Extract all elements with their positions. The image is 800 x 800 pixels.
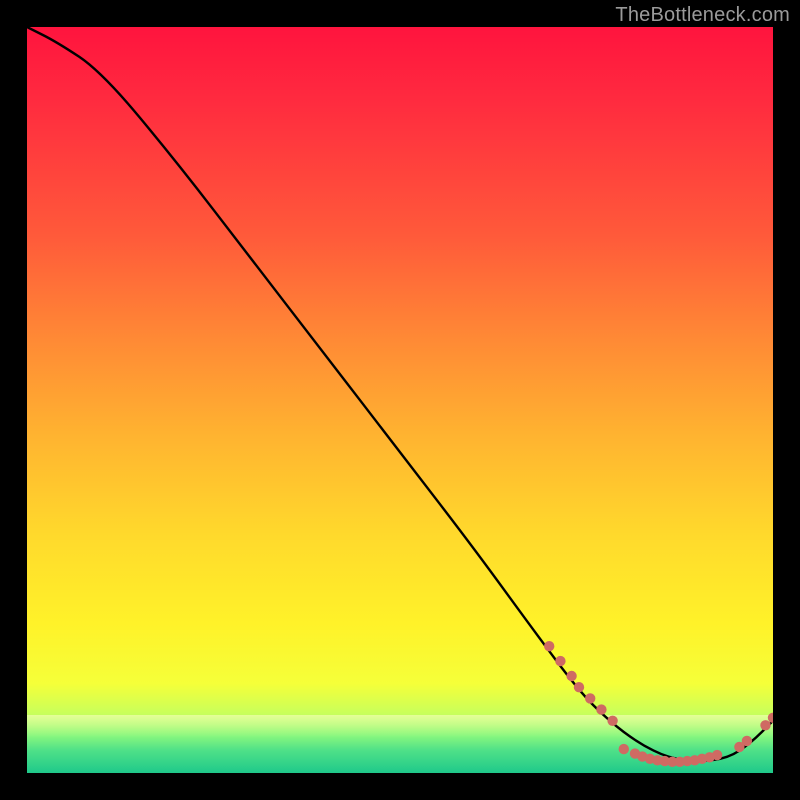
- bottleneck-curve: [27, 27, 773, 761]
- data-dot: [619, 744, 629, 754]
- data-dot: [544, 641, 554, 651]
- data-dot: [566, 671, 576, 681]
- data-dot: [742, 736, 752, 746]
- data-dot: [760, 720, 770, 730]
- watermark-label: TheBottleneck.com: [615, 4, 790, 27]
- data-dot: [585, 693, 595, 703]
- data-dot: [574, 682, 584, 692]
- data-dots: [544, 641, 773, 767]
- data-dot: [712, 750, 722, 760]
- chart-svg: [27, 27, 773, 773]
- data-dot: [607, 716, 617, 726]
- data-dot: [596, 704, 606, 714]
- data-dot: [555, 656, 565, 666]
- chart-frame: TheBottleneck.com: [0, 0, 800, 800]
- plot-area: [27, 27, 773, 773]
